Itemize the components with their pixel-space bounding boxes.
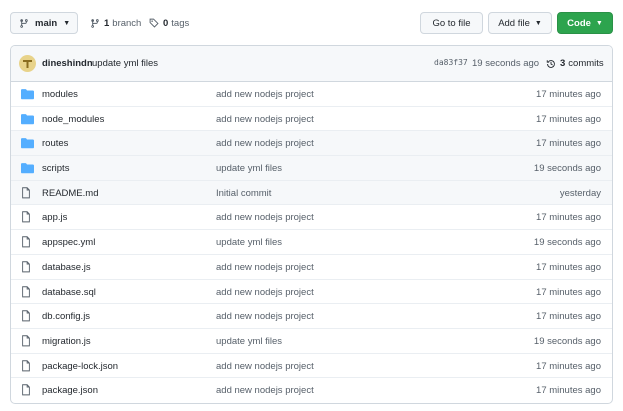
commits-label: commits (568, 58, 604, 69)
commit-message[interactable]: update yml files (92, 58, 158, 69)
file-commit-message-link[interactable]: add new nodejs project (216, 212, 314, 223)
file-commit-time: 19 seconds ago (533, 237, 601, 249)
commits-count: 3 (560, 58, 566, 69)
file-commit-time: yesterday (559, 187, 601, 199)
branch-selector-button[interactable]: main ▼ (10, 12, 78, 34)
branches-label: branch (112, 17, 142, 29)
file-icon (21, 359, 34, 372)
folder-icon (21, 137, 34, 149)
add-file-label: Add file (498, 17, 530, 29)
file-row[interactable]: database.sql add new nodejs project 17 min… (11, 280, 612, 305)
tag-icon (149, 18, 159, 28)
file-commit-time: 17 minutes ago (536, 261, 601, 273)
file-name-link[interactable]: scripts (42, 163, 69, 174)
file-commit-message-link[interactable]: add new nodejs project (216, 385, 314, 396)
file-row[interactable]: app.js add new nodejs project 17 minutes a… (11, 205, 612, 231)
folder-icon (21, 113, 34, 125)
file-commit-time: 17 minutes ago (536, 311, 601, 323)
file-name-link[interactable]: database.js (42, 262, 91, 273)
file-row[interactable]: README.md Initial commit yesterday (11, 180, 612, 206)
caret-down-icon: ▼ (63, 19, 71, 27)
file-row[interactable]: database.js add new nodejs project 17 minu… (11, 255, 612, 280)
history-icon (546, 59, 555, 68)
file-commit-message-link[interactable]: add new nodejs project (216, 287, 314, 298)
file-row[interactable]: package.json add new nodejs project 17 min… (11, 378, 612, 403)
commit-time: 19 seconds ago (472, 58, 540, 69)
file-name-link[interactable]: README.md (42, 188, 98, 199)
file-row[interactable]: db.config.js add new nodejs project 17 min… (11, 304, 612, 329)
file-commit-time: 17 minutes ago (536, 113, 601, 125)
file-row[interactable]: modules add new nodejs project 17 minutes … (11, 82, 612, 107)
git-branch-icon (91, 18, 99, 28)
file-row[interactable]: package-lock.json add new nodejs project 1… (11, 354, 612, 379)
file-browser: dineshindn update yml files da83f37 19 s… (10, 45, 613, 404)
caret-down-icon: ▼ (595, 19, 603, 27)
commit-sha[interactable]: da83f37 (434, 58, 468, 67)
file-row[interactable]: appspec.yml update yml files 19 seconds ag… (11, 230, 612, 255)
file-commit-time: 17 minutes ago (536, 360, 601, 372)
file-commit-message-link[interactable]: add new nodejs project (216, 89, 314, 100)
file-commit-time: 19 seconds ago (533, 163, 601, 175)
file-row[interactable]: scripts update yml files 19 seconds ago (11, 156, 612, 181)
add-file-button[interactable]: Add file ▼ (488, 12, 552, 34)
file-icon (21, 236, 34, 248)
file-commit-time: 19 seconds ago (533, 335, 601, 347)
file-row[interactable]: migration.js update yml files 19 seconds a… (11, 329, 612, 354)
file-name-link[interactable]: routes (42, 138, 68, 149)
caret-down-icon: ▼ (534, 19, 542, 27)
file-commit-message-link[interactable]: update yml files (216, 237, 282, 248)
file-commit-message-link[interactable]: add new nodejs project (216, 262, 314, 273)
file-row[interactable]: node_modules add new nodejs project 17 min… (11, 107, 612, 132)
file-icon (21, 335, 34, 347)
branch-name: main (35, 17, 58, 29)
file-commit-message-link[interactable]: add new nodejs project (216, 114, 314, 125)
go-to-file-label: Go to file (432, 17, 471, 29)
code-button[interactable]: Code ▼ (557, 12, 613, 34)
file-icon (21, 187, 34, 199)
file-commit-time: 17 minutes ago (536, 212, 601, 224)
repo-toolbar: main ▼ 1 branch 0 tags Go to file Add fi… (0, 0, 623, 44)
branches-count: 1 (104, 17, 110, 29)
file-icon (21, 285, 34, 298)
avatar-glyph-icon (23, 60, 32, 68)
file-icon (21, 384, 34, 396)
file-name-link[interactable]: appspec.yml (42, 237, 95, 248)
file-commit-time: 17 minutes ago (536, 385, 601, 397)
file-commit-time: 17 minutes ago (536, 89, 601, 100)
file-name-link[interactable]: package-lock.json (42, 361, 118, 372)
folder-icon (21, 162, 34, 174)
file-name-link[interactable]: node_modules (42, 114, 104, 125)
file-name-link[interactable]: db.config.js (42, 311, 90, 322)
file-commit-message-link[interactable]: Initial commit (216, 188, 271, 199)
git-branch-icon (20, 18, 28, 28)
tags-label: tags (171, 17, 190, 29)
tags-link[interactable]: 0 tags (149, 12, 189, 34)
folder-icon (21, 88, 34, 100)
file-list: modules add new nodejs project 17 minutes … (11, 82, 612, 403)
file-row[interactable]: routes add new nodejs project 17 minutes a… (11, 131, 612, 157)
avatar[interactable] (19, 55, 36, 72)
file-commit-message-link[interactable]: add new nodejs project (216, 361, 314, 372)
file-commit-message-link[interactable]: update yml files (216, 163, 282, 174)
latest-commit-bar: dineshindn update yml files da83f37 19 s… (11, 46, 612, 82)
file-icon (21, 261, 34, 273)
file-icon (21, 211, 34, 223)
file-commit-message-link[interactable]: update yml files (216, 336, 282, 347)
file-name-link[interactable]: database.sql (42, 287, 96, 298)
file-icon (21, 310, 34, 322)
file-name-link[interactable]: migration.js (42, 336, 91, 347)
tags-count: 0 (163, 17, 169, 29)
commits-history-link[interactable]: 3 commits (546, 58, 604, 69)
code-label: Code (567, 17, 591, 29)
file-name-link[interactable]: modules (42, 89, 78, 100)
file-name-link[interactable]: package.json (42, 385, 98, 396)
file-name-link[interactable]: app.js (42, 212, 67, 223)
branches-link[interactable]: 1 branch (90, 12, 141, 34)
file-commit-message-link[interactable]: add new nodejs project (216, 138, 314, 149)
go-to-file-button[interactable]: Go to file (420, 12, 483, 34)
commit-author[interactable]: dineshindn (42, 58, 93, 69)
file-commit-time: 17 minutes ago (536, 138, 601, 150)
file-commit-time: 17 minutes ago (536, 286, 601, 298)
file-commit-message-link[interactable]: add new nodejs project (216, 311, 314, 322)
